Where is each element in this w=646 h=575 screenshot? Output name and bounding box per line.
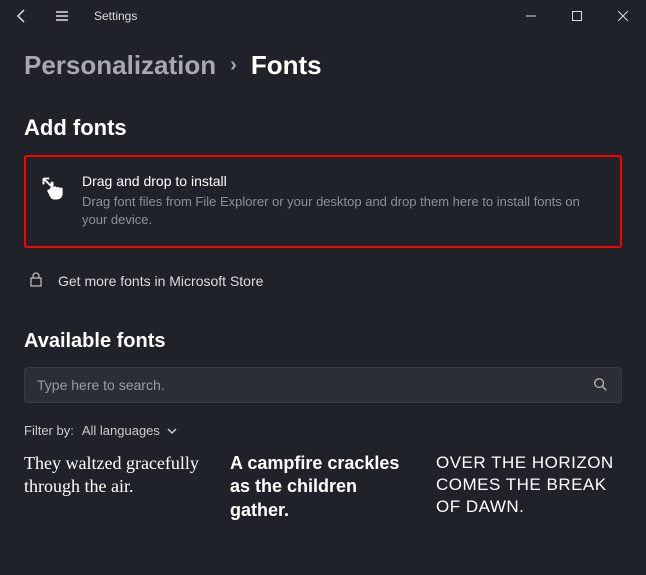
cursor-hand-icon — [40, 175, 68, 203]
filter-label: Filter by: — [24, 423, 74, 438]
breadcrumb-parent[interactable]: Personalization — [24, 50, 216, 81]
filter-row: Filter by: All languages — [24, 423, 622, 438]
font-dropzone[interactable]: Drag and drop to install Drag font files… — [24, 155, 622, 248]
search-icon — [593, 377, 609, 393]
maximize-button[interactable] — [554, 0, 600, 32]
filter-value: All languages — [82, 423, 160, 438]
window-title: Settings — [94, 9, 137, 23]
titlebar: Settings — [0, 0, 646, 32]
chevron-right-icon: › — [230, 54, 237, 77]
store-link[interactable]: Get more fonts in Microsoft Store — [24, 266, 622, 296]
close-button[interactable] — [600, 0, 646, 32]
font-preview-card[interactable]: They waltzed gracefully through the air. — [24, 452, 210, 522]
store-link-label: Get more fonts in Microsoft Store — [58, 273, 263, 289]
search-input[interactable] — [37, 377, 593, 393]
minimize-button[interactable] — [508, 0, 554, 32]
dropzone-subtitle: Drag font files from File Explorer or yo… — [82, 193, 606, 228]
breadcrumb: Personalization › Fonts — [0, 32, 646, 89]
font-preview-card[interactable]: Over the horizon comes the break of dawn… — [436, 452, 622, 522]
available-fonts-heading: Available fonts — [24, 330, 622, 353]
add-fonts-heading: Add fonts — [24, 115, 622, 141]
menu-button[interactable] — [48, 2, 76, 30]
breadcrumb-current: Fonts — [251, 50, 322, 81]
back-button[interactable] — [8, 2, 36, 30]
font-search-box[interactable] — [24, 367, 622, 403]
font-preview-card[interactable]: A campfire crackles as the children gath… — [230, 452, 416, 522]
chevron-down-icon — [166, 425, 178, 437]
filter-dropdown[interactable]: All languages — [82, 423, 178, 438]
dropzone-title: Drag and drop to install — [82, 173, 606, 189]
font-preview-grid: They waltzed gracefully through the air.… — [24, 452, 622, 530]
store-icon — [28, 272, 46, 290]
